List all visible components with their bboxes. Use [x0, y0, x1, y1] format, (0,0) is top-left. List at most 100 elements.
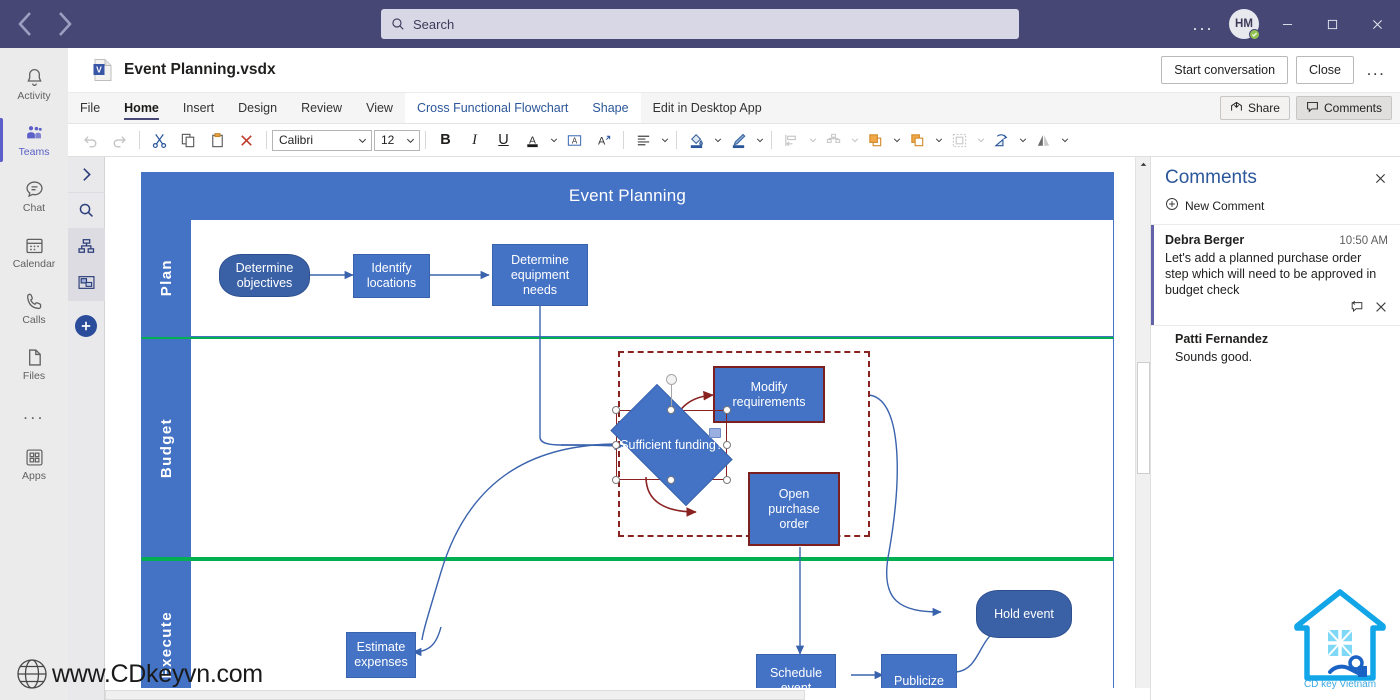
line-chevron-down-icon[interactable] — [753, 136, 766, 144]
node-modify-requirements[interactable]: Modify requirements — [713, 366, 825, 423]
shape-comment-indicator[interactable] — [709, 428, 721, 438]
tab-cross-functional-flowchart[interactable]: Cross Functional Flowchart — [404, 93, 581, 123]
bring-forward-icon[interactable] — [861, 127, 890, 154]
copy-button[interactable] — [174, 127, 203, 154]
panel-shapes-button[interactable] — [67, 229, 105, 265]
resize-handle-bottom-center[interactable] — [667, 476, 675, 484]
underline-button[interactable]: U — [489, 132, 518, 148]
font-size-select[interactable]: 12 — [374, 129, 420, 151]
node-hold-event[interactable]: Hold event — [976, 590, 1072, 638]
node-determine-equipment-needs[interactable]: Determine equipment needs — [492, 244, 588, 306]
position-icon[interactable] — [777, 127, 806, 154]
search-input[interactable]: Search — [381, 9, 1019, 39]
node-estimate-expenses[interactable]: Estimate expenses — [346, 632, 416, 678]
align-text-group[interactable] — [629, 127, 671, 154]
document-more-button[interactable]: ... — [1362, 56, 1390, 84]
new-comment-button[interactable]: New Comment — [1151, 191, 1400, 224]
comment-thread[interactable]: Debra Berger 10:50 AM Let's add a planne… — [1151, 225, 1400, 326]
sidebar-item-chat[interactable]: Chat — [0, 168, 68, 224]
resize-handle-top-right[interactable] — [723, 406, 731, 414]
delete-comment-icon[interactable] — [1374, 300, 1388, 317]
panel-search-button[interactable] — [67, 193, 105, 229]
send-backward-group[interactable] — [903, 127, 945, 154]
close-button[interactable] — [1355, 0, 1400, 48]
back-button[interactable] — [10, 8, 42, 40]
bring-forward-group[interactable] — [861, 127, 903, 154]
italic-button[interactable]: I — [460, 132, 489, 149]
sidebar-item-calendar[interactable]: Calendar — [0, 224, 68, 280]
resize-handle-top-left[interactable] — [612, 406, 620, 414]
sidebar-item-teams[interactable]: Teams — [0, 112, 68, 168]
flip-group[interactable] — [1029, 127, 1071, 154]
maximize-button[interactable] — [1310, 0, 1355, 48]
node-determine-objectives[interactable]: Determine objectives — [219, 254, 310, 297]
tab-view[interactable]: View — [354, 93, 405, 123]
comments-button[interactable]: Comments — [1295, 96, 1392, 120]
search-bar[interactable]: Search — [381, 9, 1019, 39]
tab-home[interactable]: Home — [112, 93, 171, 123]
sidebar-item-apps[interactable]: Apps — [0, 436, 68, 492]
align-chevron-down-icon[interactable] — [658, 136, 671, 144]
rotation-handle[interactable] — [666, 374, 677, 385]
titlebar-more-button[interactable]: ... — [1183, 14, 1223, 35]
sidebar-more-button[interactable]: ... — [0, 392, 68, 436]
flip-icon[interactable] — [1029, 127, 1058, 154]
add-shape-button[interactable] — [75, 315, 97, 337]
tab-file[interactable]: File — [68, 93, 112, 123]
paste-button[interactable] — [203, 127, 232, 154]
fill-chevron-down-icon[interactable] — [711, 136, 724, 144]
line-color-group[interactable] — [724, 127, 766, 154]
vertical-scroll-thumb[interactable] — [1137, 362, 1150, 474]
delete-button[interactable] — [232, 127, 261, 154]
resize-handle-top-center[interactable] — [667, 406, 675, 414]
font-color-chevron-down-icon[interactable] — [547, 136, 560, 144]
position-group[interactable] — [777, 127, 819, 154]
node-identify-locations[interactable]: Identify locations — [353, 254, 430, 298]
tab-shape[interactable]: Shape — [580, 93, 641, 123]
align-text-icon[interactable] — [629, 127, 658, 154]
font-family-select[interactable]: Calibri — [272, 129, 372, 151]
group-chevron-down-icon[interactable] — [974, 136, 987, 144]
send-backward-icon[interactable] — [903, 127, 932, 154]
scroll-up-button[interactable] — [1136, 157, 1151, 172]
redo-button[interactable] — [105, 127, 134, 154]
fill-bucket-icon[interactable] — [682, 127, 711, 154]
forward-button[interactable] — [48, 8, 80, 40]
distribute-icon[interactable] — [819, 127, 848, 154]
edit-in-desktop-app-button[interactable]: Edit in Desktop App — [641, 93, 774, 123]
tab-review[interactable]: Review — [289, 93, 354, 123]
node-sufficient-funding[interactable]: Sufficient funding? — [610, 383, 733, 507]
bring-forward-chevron-down-icon[interactable] — [890, 136, 903, 144]
distribute-group[interactable] — [819, 127, 861, 154]
tab-insert[interactable]: Insert — [171, 93, 226, 123]
rotate-icon[interactable] — [987, 127, 1016, 154]
diagram-canvas[interactable]: Event Planning Plan Budget Execute Deter… — [105, 157, 1150, 700]
resize-handle-bottom-right[interactable] — [723, 476, 731, 484]
rotate-chevron-down-icon[interactable] — [1016, 136, 1029, 144]
text-box-button[interactable]: A — [560, 127, 589, 154]
expand-panel-button[interactable] — [67, 157, 105, 193]
resize-handle-middle-right[interactable] — [723, 441, 731, 449]
fill-group[interactable] — [682, 127, 724, 154]
distribute-chevron-down-icon[interactable] — [848, 136, 861, 144]
rotate-group[interactable] — [987, 127, 1029, 154]
comment-reply[interactable]: Patti Fernandez Sounds good. — [1151, 326, 1400, 373]
group-shapes-group[interactable] — [945, 127, 987, 154]
clear-formatting-button[interactable]: A — [589, 127, 618, 154]
flip-chevron-down-icon[interactable] — [1058, 136, 1071, 144]
sidebar-item-files[interactable]: Files — [0, 336, 68, 392]
sidebar-item-activity[interactable]: Activity — [0, 56, 68, 112]
line-pen-icon[interactable] — [724, 127, 753, 154]
group-icon[interactable] — [945, 127, 974, 154]
sidebar-item-calls[interactable]: Calls — [0, 280, 68, 336]
resize-handle-bottom-left[interactable] — [612, 476, 620, 484]
resize-handle-middle-left[interactable] — [612, 441, 620, 449]
bold-button[interactable]: B — [431, 132, 460, 148]
canvas-vertical-scrollbar[interactable] — [1135, 157, 1151, 700]
font-color-group[interactable]: A — [518, 127, 560, 154]
minimize-button[interactable] — [1265, 0, 1310, 48]
reply-icon[interactable] — [1350, 300, 1364, 317]
tab-design[interactable]: Design — [226, 93, 289, 123]
close-comments-icon[interactable] — [1370, 168, 1390, 188]
undo-button[interactable] — [76, 127, 105, 154]
